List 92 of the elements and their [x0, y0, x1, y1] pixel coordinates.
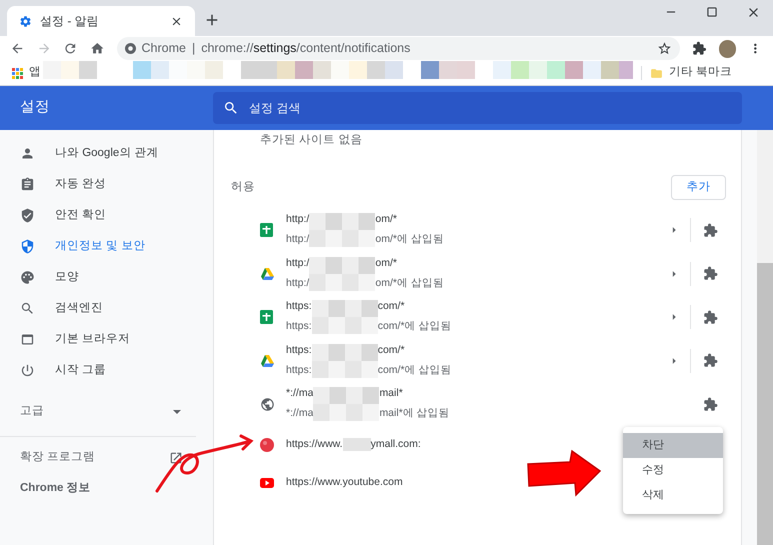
power-icon: [20, 363, 35, 378]
folder-icon: [650, 66, 663, 80]
sidebar-item[interactable]: 검색엔진: [0, 293, 213, 324]
embedded-url: com/*에 삽입됨: [378, 362, 452, 378]
site-favicon: [260, 438, 274, 452]
search-icon: [20, 301, 35, 316]
pixelated-redaction: [342, 438, 371, 452]
pixelated-redaction: [309, 256, 376, 290]
sidebar-item[interactable]: 개인정보 및 보안: [0, 231, 213, 262]
search-field[interactable]: 설정 검색: [213, 92, 742, 124]
site-url: *://ma: [286, 386, 314, 402]
triangle-logo-icon: [260, 354, 274, 366]
maximize-icon[interactable]: [705, 5, 719, 19]
embedded-url: om/*에 삽입됨: [375, 276, 444, 290]
search-icon: [223, 100, 239, 116]
sidebar-item[interactable]: 나와 Google의 관계: [0, 138, 213, 169]
url-text: chrome://settings/content/notifications: [201, 40, 412, 58]
play-logo-icon: [260, 478, 274, 488]
site-url: https:: [286, 342, 312, 358]
puzzle-icon[interactable]: [702, 396, 718, 412]
back-icon[interactable]: [10, 41, 25, 56]
sidebar-item[interactable]: 기본 브라우저: [0, 324, 213, 355]
embedded-url: http:/: [286, 232, 310, 247]
page-title: 설정: [19, 98, 51, 118]
site-url: om/*: [375, 256, 398, 271]
reload-icon[interactable]: [63, 41, 78, 56]
advanced-toggle[interactable]: 고급: [0, 393, 213, 431]
puzzle-icon[interactable]: [692, 41, 707, 56]
scrollbar-thumb[interactable]: [757, 263, 773, 545]
external-link-icon: [169, 450, 183, 464]
browser-window-icon: [20, 332, 35, 347]
site-url: https://www.youtube.com: [286, 474, 403, 490]
apps-label[interactable]: 앱: [29, 64, 41, 82]
embedded-url: *://ma: [286, 406, 314, 421]
site-url: com/*: [378, 299, 406, 314]
embedded-url: mail*에 삽입됨: [379, 406, 450, 421]
apps-grid-icon: [12, 68, 23, 78]
site-url: http:/: [286, 256, 310, 271]
site-url: https://www.: [286, 436, 343, 452]
site-url: ymall.com:: [370, 436, 421, 452]
avatar[interactable]: [718, 40, 736, 58]
puzzle-icon[interactable]: [702, 310, 718, 324]
spreadsheet-icon: [260, 310, 273, 324]
shield-check-icon: [20, 208, 35, 223]
browser-tab[interactable]: 설정 - 알림: [7, 6, 195, 36]
chrome-logo-icon: [124, 43, 136, 54]
caret-icon: [173, 410, 181, 414]
site-url: http:/: [286, 212, 310, 228]
triangle-logo-icon: [260, 268, 274, 280]
globe-icon: [260, 396, 275, 412]
origin-label: Chrome: [142, 40, 186, 58]
menu-item[interactable]: 삭제: [623, 483, 723, 508]
site-url: mail*: [379, 386, 404, 402]
embedded-url: om/*에 삽입됨: [375, 232, 444, 247]
puzzle-icon[interactable]: [702, 222, 718, 238]
empty-note: 추가된 사이트 없음: [259, 133, 364, 148]
embedded-url: com/*에 삽입됨: [378, 319, 452, 334]
pixelated-redaction: [312, 344, 378, 378]
sidebar-link[interactable]: 확장 프로그램: [0, 442, 213, 473]
person-icon: [20, 146, 35, 161]
clipboard-icon: [20, 177, 35, 192]
sidebar-item[interactable]: 모양: [0, 262, 213, 293]
menu-item[interactable]: 수정: [623, 458, 723, 483]
home-icon[interactable]: [90, 41, 104, 56]
puzzle-icon[interactable]: [702, 266, 718, 281]
bookmark-folder[interactable]: 기타 북마크: [669, 64, 732, 82]
separator-text: |: [192, 40, 196, 58]
sidebar-link[interactable]: Chrome 정보: [0, 473, 213, 504]
sidebar-item[interactable]: 안전 확인: [0, 200, 213, 231]
settings-icon: [19, 14, 32, 28]
menu-item[interactable]: 차단: [623, 433, 723, 458]
pixelated-redaction: [309, 213, 376, 247]
section-heading: 허용: [231, 180, 255, 196]
pixelated-redaction: [312, 300, 378, 334]
embedded-url: http:/: [286, 276, 310, 290]
sidebar-item[interactable]: 자동 완성: [0, 169, 213, 200]
search-placeholder: 설정 검색: [249, 100, 300, 117]
address-bar[interactable]: Chrome | chrome://settings/content/notifications: [116, 37, 680, 60]
embedded-url: https:: [286, 362, 312, 378]
palette-icon: [20, 270, 35, 285]
spreadsheet-icon: [260, 223, 273, 237]
tab-title: 설정 - 알림: [40, 13, 100, 30]
add-button[interactable]: 추가: [671, 175, 726, 200]
pixelated-redaction: [313, 387, 380, 421]
puzzle-icon[interactable]: [702, 353, 718, 368]
sidebar-item[interactable]: 시작 그룹: [0, 355, 213, 386]
embedded-url: https:: [286, 319, 312, 334]
star-icon[interactable]: [657, 41, 672, 56]
shield-icon: [20, 239, 35, 254]
site-url: https:: [286, 299, 312, 314]
site-url: om/*: [375, 212, 398, 228]
site-url: com/*: [378, 342, 406, 358]
